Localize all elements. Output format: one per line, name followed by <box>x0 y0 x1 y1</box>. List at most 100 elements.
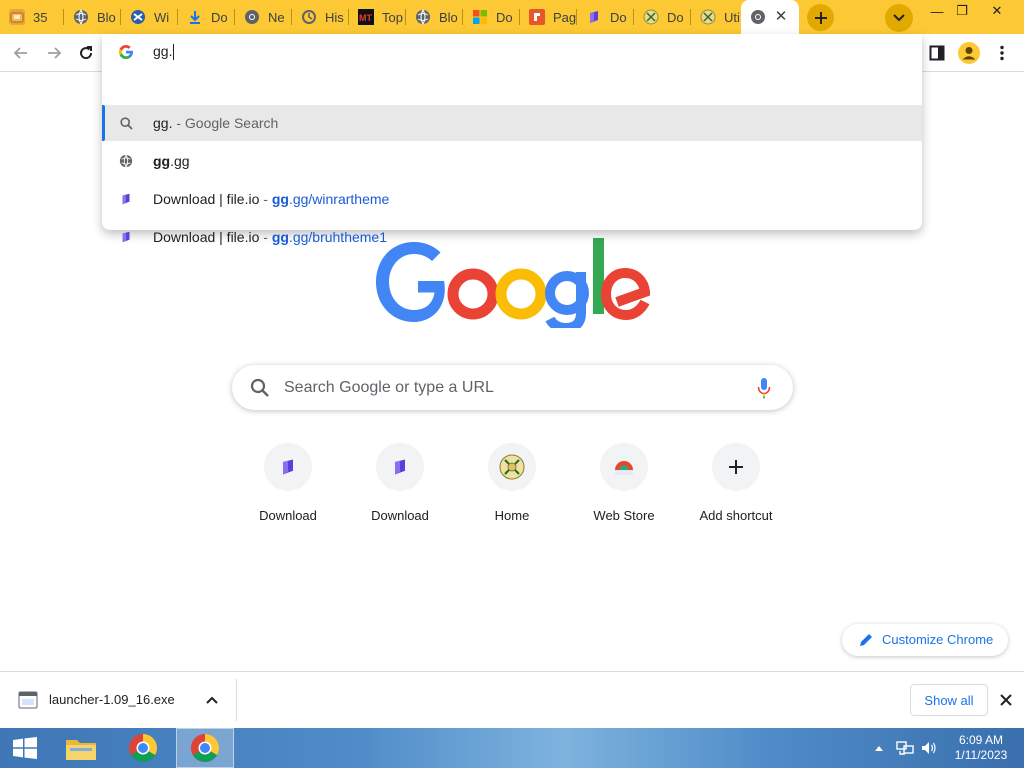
history-icon <box>301 9 317 25</box>
fileio-icon <box>264 443 312 491</box>
chrome-icon <box>244 9 260 25</box>
tab-2[interactable]: Blo <box>64 0 121 34</box>
tab-1[interactable]: 35 <box>0 0 64 34</box>
windows-globe-icon <box>130 9 146 25</box>
tab-11[interactable]: Do <box>577 0 634 34</box>
search-icon <box>118 115 134 131</box>
globe-icon <box>415 9 431 25</box>
plus-icon <box>814 11 827 24</box>
reload-icon <box>80 46 93 60</box>
volume-button[interactable] <box>920 728 938 768</box>
network-button[interactable] <box>896 728 914 768</box>
microphone-icon[interactable] <box>757 377 771 399</box>
forward-button[interactable] <box>41 40 67 66</box>
suggestion-url[interactable]: gg.gg <box>102 143 922 179</box>
back-button[interactable] <box>8 40 34 66</box>
emblem-icon <box>643 9 659 25</box>
fileio-icon <box>118 229 134 245</box>
plus-icon <box>712 443 760 491</box>
tab-active[interactable]: ✕ <box>741 0 799 34</box>
speaker-icon <box>922 742 936 754</box>
suggestion-history-1[interactable]: Download | file.io - gg.gg/winrartheme <box>102 181 922 217</box>
tab-5[interactable]: Ne <box>235 0 292 34</box>
kebab-menu-icon <box>1000 45 1004 61</box>
tab-13[interactable]: Uti <box>691 0 741 34</box>
suggestion-text: Download | file.io - gg.gg/winrartheme <box>153 191 390 207</box>
exe-file-icon <box>18 691 38 709</box>
shortcut-label: Home <box>494 508 530 523</box>
shortcut-download-1[interactable]: Download <box>232 438 344 530</box>
back-arrow-icon <box>13 47 27 59</box>
ntp-search-box[interactable]: Search Google or type a URL <box>232 365 793 410</box>
divider <box>236 679 237 721</box>
webstore-icon <box>600 443 648 491</box>
tab-title: Top <box>382 9 403 25</box>
side-panel-button[interactable] <box>923 39 951 67</box>
address-input-text: gg. <box>153 43 175 61</box>
tab-3[interactable]: Wi <box>121 0 178 34</box>
emblem-icon <box>488 443 536 491</box>
network-icon <box>896 741 914 755</box>
tab-10[interactable]: Pag <box>520 0 577 34</box>
suggestion-search[interactable]: gg. - Google Search <box>102 105 922 141</box>
omnibox-dropdown: gg. gg. - Google Search gg.gg Download |… <box>102 34 922 245</box>
tab-title: Blo <box>439 9 458 25</box>
shortcut-home[interactable]: Home <box>456 438 568 530</box>
tab-title: Wi <box>154 9 170 25</box>
pencil-icon <box>860 634 872 646</box>
system-clock[interactable]: 6:09 AM 1/11/2023 <box>946 733 1016 763</box>
shortcut-download-2[interactable]: Download <box>344 438 456 530</box>
window-close-button[interactable]: ✕ <box>980 0 1014 22</box>
chrome-taskbar-button[interactable] <box>120 728 166 768</box>
tab-title: Uti <box>724 9 740 25</box>
menu-button[interactable] <box>988 39 1016 67</box>
tab-title: Do <box>211 9 228 25</box>
tab-search-button[interactable] <box>885 4 913 32</box>
show-all-button[interactable]: Show all <box>910 684 988 716</box>
download-filename: launcher-1.09_16.exe <box>49 692 175 707</box>
new-tab-button[interactable] <box>807 4 834 31</box>
shortcut-web-store[interactable]: Web Store <box>568 438 680 530</box>
tab-title: Blo <box>97 9 116 25</box>
fileio-icon <box>586 9 602 25</box>
customize-chrome-button[interactable]: Customize Chrome <box>842 624 1008 656</box>
close-icon[interactable] <box>996 690 1016 710</box>
chrome-taskbar-button-active[interactable] <box>176 728 234 768</box>
download-item[interactable]: launcher-1.09_16.exe <box>8 678 236 722</box>
chrome-icon <box>750 9 766 25</box>
profile-button[interactable] <box>955 39 983 67</box>
chevron-down-icon <box>893 14 905 22</box>
restore-button[interactable]: ❐ <box>945 0 979 22</box>
tab-12[interactable]: Do <box>634 0 691 34</box>
show-hidden-icons-button[interactable] <box>874 728 884 768</box>
tab-7[interactable]: MT Top <box>349 0 406 34</box>
clock-date: 1/11/2023 <box>954 748 1008 762</box>
tab-strip: 35 Blo Wi Do Ne His MT Top Blo Do Pag Do… <box>0 0 1024 34</box>
globe-icon <box>73 9 89 25</box>
address-bar[interactable]: gg. <box>102 34 922 70</box>
tab-4[interactable]: Do <box>178 0 235 34</box>
chevron-up-icon[interactable] <box>202 690 222 710</box>
close-tab-icon[interactable]: ✕ <box>773 9 789 25</box>
tab-title: Do <box>610 9 627 25</box>
shortcut-add[interactable]: Add shortcut <box>680 438 792 530</box>
globe-icon <box>118 153 134 169</box>
shortcut-label: Download <box>259 508 317 523</box>
download-shelf: launcher-1.09_16.exe Show all <box>0 671 1024 728</box>
fileio-icon <box>118 191 134 207</box>
search-icon <box>250 378 269 397</box>
tab-6[interactable]: His <box>292 0 349 34</box>
svg-text:MT: MT <box>359 13 372 23</box>
chrome-icon <box>191 734 219 762</box>
caret-up-icon <box>875 746 883 751</box>
reload-button[interactable] <box>73 40 99 66</box>
file-explorer-button[interactable] <box>58 728 104 768</box>
start-button[interactable] <box>2 728 48 768</box>
avatar-icon <box>958 42 980 64</box>
puzzle-icon <box>9 9 25 25</box>
chrome-icon <box>129 734 157 762</box>
tab-8[interactable]: Blo <box>406 0 463 34</box>
shortcut-label: Web Store <box>593 508 655 523</box>
suggestion-history-2[interactable]: Download | file.io - gg.gg/bruhtheme1 <box>102 219 922 255</box>
tab-9[interactable]: Do <box>463 0 520 34</box>
